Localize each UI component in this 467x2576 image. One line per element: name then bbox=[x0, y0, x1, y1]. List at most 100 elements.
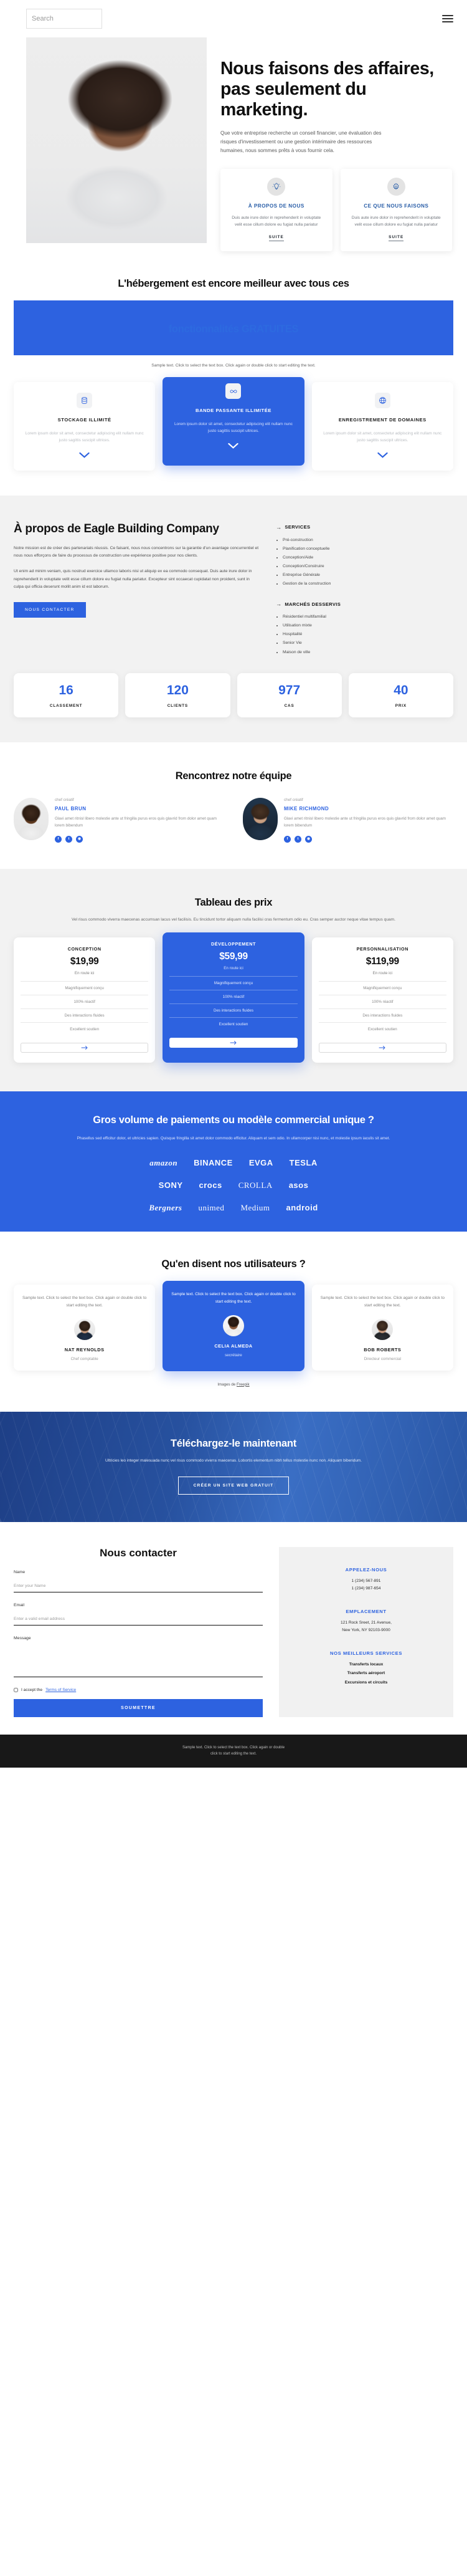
list-item: Utilisation mixte bbox=[283, 621, 453, 630]
pricing-section: Tableau des prix Vel risus commodo viver… bbox=[0, 868, 467, 1091]
create-free-website-button[interactable]: CRÉER UN SITE WEB GRATUIT bbox=[177, 1476, 290, 1495]
hero-card-more-link[interactable]: SUITE bbox=[268, 235, 284, 241]
stat-label: CLIENTS bbox=[167, 703, 189, 708]
hero-section: Nous faisons des affaires, pas seulement… bbox=[0, 37, 467, 251]
hero-title: Nous faisons des affaires, pas seulement… bbox=[220, 59, 434, 120]
hero-subtitle: Que votre entreprise recherche un consei… bbox=[220, 130, 382, 154]
contact-us-button[interactable]: NOUS CONTACTER bbox=[14, 601, 86, 618]
chevron-down-icon[interactable] bbox=[171, 443, 296, 449]
freepik-link[interactable]: Freepik bbox=[237, 1382, 250, 1387]
service-item: Excursions et circuits bbox=[344, 1680, 388, 1685]
member-socials: f t ◉ bbox=[55, 835, 224, 843]
member-name: MIKE RICHMOND bbox=[284, 806, 329, 812]
facebook-icon[interactable]: f bbox=[55, 835, 62, 843]
feature-title: ENREGISTREMENT DE DOMAINES bbox=[338, 417, 427, 423]
contact-section: Nous contacter Name Email Message I acce… bbox=[0, 1521, 467, 1735]
gear-icon bbox=[387, 178, 405, 196]
plan-select-button[interactable] bbox=[318, 1042, 446, 1053]
plan-feature: Excellent soutien bbox=[318, 1022, 446, 1036]
instagram-icon[interactable]: ◉ bbox=[76, 835, 83, 843]
service-item: Transferts locaux bbox=[349, 1662, 384, 1667]
plan-feature: Excellent soutien bbox=[21, 1022, 149, 1036]
search-box[interactable] bbox=[26, 9, 120, 29]
phone-number[interactable]: 1 (234) 987-654 bbox=[288, 1585, 445, 1592]
pricing-card-developpement[interactable]: DÉVELOPPEMENT $59,99 En route ici Magnif… bbox=[163, 932, 304, 1063]
stat-value: 120 bbox=[166, 682, 189, 697]
plan-feature: Magnifiquement conçu bbox=[318, 980, 446, 995]
testimonial-role: Directeur commercial bbox=[364, 1356, 402, 1361]
about-paragraph-2: Ut enim ad minim veniam, quis nostrud ex… bbox=[14, 569, 252, 590]
team-row: chef créatif PAUL BRUN Glavi amet ritnis… bbox=[14, 798, 453, 843]
plan-note: En route ici bbox=[372, 970, 393, 975]
twitter-icon[interactable]: t bbox=[295, 835, 301, 843]
member-bio: Glavi amet ritnisl libero molestie ante … bbox=[55, 816, 217, 828]
brand-logo: android bbox=[286, 1203, 318, 1213]
service-item: Transferts aéroport bbox=[347, 1671, 385, 1676]
plan-select-button[interactable] bbox=[21, 1042, 149, 1053]
features-heading: L'hébergement est encore meilleur avec t… bbox=[118, 277, 349, 289]
chevron-down-icon[interactable] bbox=[320, 452, 445, 459]
email-input[interactable] bbox=[14, 1614, 263, 1626]
location-block: EMPLACEMENT 121 Rock Sreet, 21 Avenue, N… bbox=[288, 1609, 445, 1634]
avatar bbox=[372, 1318, 394, 1340]
hero-card-what-we-do[interactable]: CE QUE NOUS FAISONS Duis aute irure dolo… bbox=[340, 169, 452, 251]
pricing-card-conception[interactable]: CONCEPTION $19,99 En route ici Magnifiqu… bbox=[14, 937, 156, 1063]
phone-number[interactable]: 1 (234) 567-891 bbox=[288, 1578, 445, 1585]
plan-price: $119,99 bbox=[366, 955, 399, 967]
twitter-icon[interactable]: t bbox=[65, 835, 72, 843]
testimonials-heading: Qu'en disent nos utilisateurs ? bbox=[161, 1258, 306, 1270]
email-label: Email bbox=[14, 1602, 24, 1607]
list-item: Entreprise Générale bbox=[283, 571, 453, 580]
terms-checkbox[interactable] bbox=[14, 1687, 18, 1692]
plan-name: DÉVELOPPEMENT bbox=[210, 941, 257, 947]
team-heading: Rencontrez notre équipe bbox=[175, 770, 292, 782]
name-label: Name bbox=[14, 1569, 26, 1574]
feature-card-domains[interactable]: ENREGISTREMENT DE DOMAINES Lorem ipsum d… bbox=[311, 382, 453, 471]
brand-row: SONY crocs CROLLA asos bbox=[159, 1180, 309, 1190]
location-heading: EMPLACEMENT bbox=[346, 1608, 387, 1614]
feature-card-storage[interactable]: STOCKAGE ILLIMITÉ Lorem ipsum dolor sit … bbox=[14, 382, 156, 471]
message-textarea[interactable] bbox=[14, 1644, 263, 1677]
contact-form: Nous contacter Name Email Message I acce… bbox=[14, 1547, 263, 1717]
instagram-icon[interactable]: ◉ bbox=[305, 835, 312, 843]
testimonial-quote: Sample text. Click to select the text bo… bbox=[171, 1292, 296, 1304]
hero-card-more-link[interactable]: SUITE bbox=[389, 235, 404, 241]
address-line: New York, NY 92103-9000 bbox=[342, 1628, 390, 1633]
search-input[interactable] bbox=[32, 15, 120, 22]
testimonial-card[interactable]: Sample text. Click to select the text bo… bbox=[311, 1285, 453, 1371]
avatar bbox=[222, 1314, 244, 1336]
terms-prefix: I accept the bbox=[21, 1687, 43, 1692]
feature-card-bandwidth[interactable]: BANDE PASSANTE ILLIMITÉE Lorem ipsum dol… bbox=[163, 377, 304, 466]
facebook-icon[interactable]: f bbox=[284, 835, 291, 843]
feature-title: BANDE PASSANTE ILLIMITÉE bbox=[196, 408, 271, 414]
plan-select-button[interactable] bbox=[169, 1037, 298, 1048]
hero-content: Nous faisons des affaires, pas seulement… bbox=[207, 37, 467, 251]
message-field-group: Message bbox=[14, 1636, 263, 1680]
member-socials: f t ◉ bbox=[284, 835, 453, 843]
about-row: À propos de Eagle Building Company Notre… bbox=[14, 522, 453, 657]
terms-of-service-link[interactable]: Terms of Service bbox=[45, 1688, 76, 1692]
download-banner: Téléchargez-le maintenant Ultricies leo … bbox=[0, 1411, 467, 1522]
testimonial-role: Chef comptable bbox=[70, 1356, 98, 1361]
list-item: Maison de ville bbox=[283, 648, 453, 657]
globe-www-icon bbox=[374, 393, 390, 409]
hero-card-about[interactable]: À PROPOS DE NOUS Duis aute irure dolor i… bbox=[220, 169, 333, 251]
arrow-right-icon bbox=[230, 1040, 237, 1045]
name-input[interactable] bbox=[14, 1581, 263, 1592]
stat-card: 120 CLIENTS bbox=[125, 673, 230, 717]
stat-card: 16 CLASSEMENT bbox=[14, 673, 119, 717]
list-item: Conception/Aide bbox=[283, 553, 453, 562]
member-role: chef créatif bbox=[284, 798, 303, 803]
submit-button[interactable]: SOUMETTRE bbox=[14, 1698, 263, 1717]
pricing-card-personnalisation[interactable]: PERSONNALISATION $119,99 En route ici Ma… bbox=[311, 937, 453, 1063]
chevron-down-icon[interactable] bbox=[22, 452, 147, 459]
hamburger-menu-icon[interactable] bbox=[442, 15, 453, 22]
brand-logo: EVGA bbox=[248, 1158, 273, 1168]
stat-label: CAS bbox=[284, 703, 295, 708]
team-member: chef créatif MIKE RICHMOND Glavi amet ri… bbox=[243, 798, 453, 843]
testimonial-card[interactable]: Sample text. Click to select the text bo… bbox=[14, 1285, 156, 1371]
testimonial-card[interactable]: Sample text. Click to select the text bo… bbox=[163, 1281, 304, 1371]
brand-logo: crocs bbox=[199, 1180, 222, 1190]
avatar bbox=[73, 1318, 95, 1340]
brand-row: amazon BINANCE EVGA TESLA bbox=[149, 1158, 318, 1168]
